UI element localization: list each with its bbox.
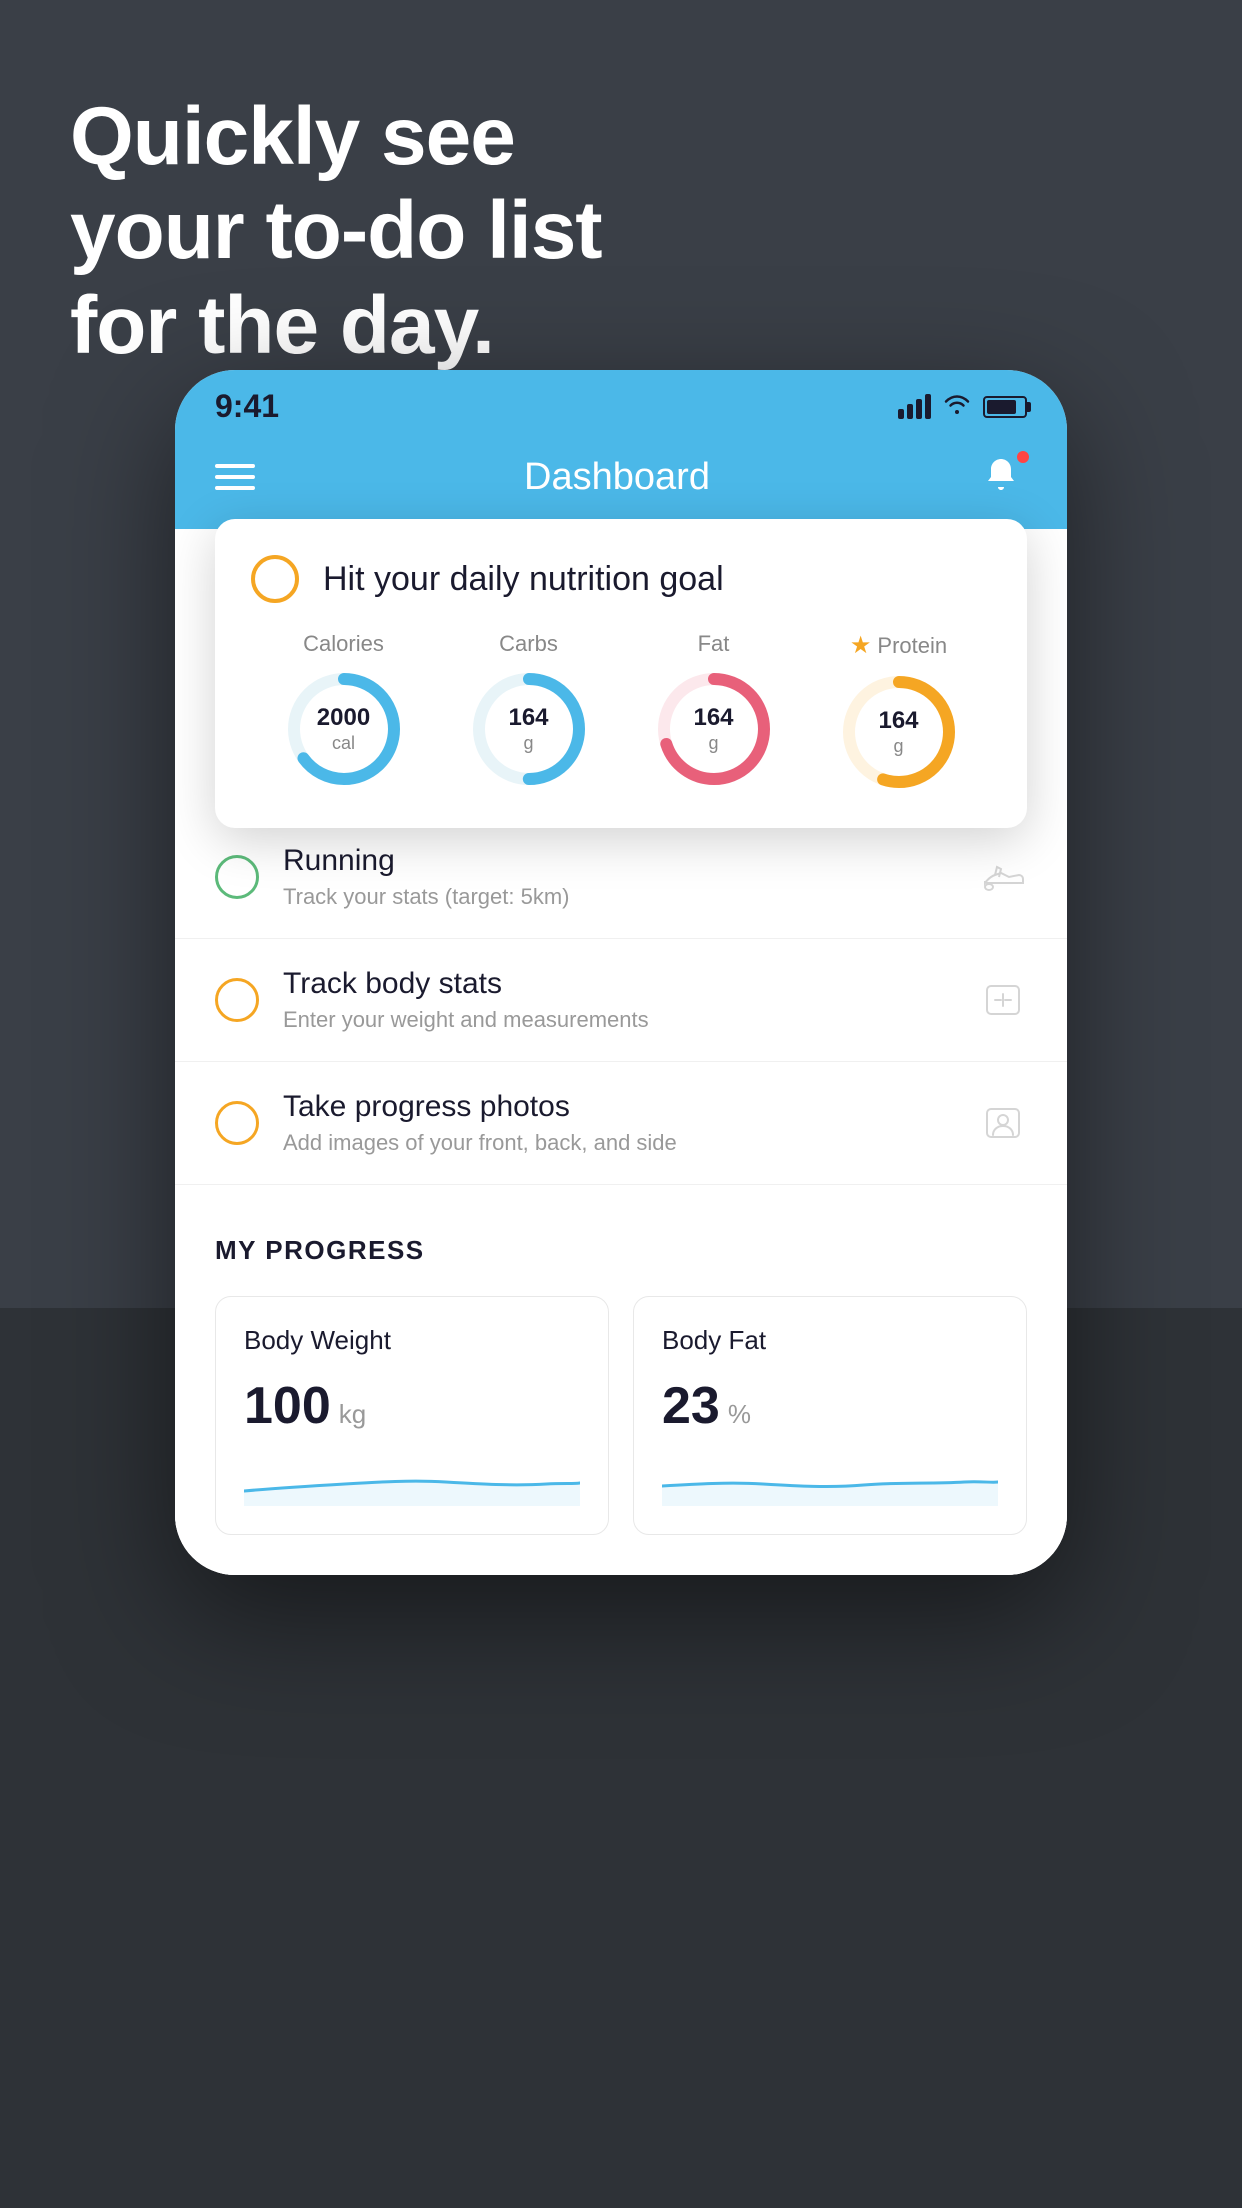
body-fat-value: 23: [662, 1376, 720, 1436]
scale-icon: [979, 976, 1027, 1024]
battery-icon: [983, 396, 1027, 418]
body-weight-chart: [244, 1456, 580, 1506]
progress-section: MY PROGRESS Body Weight 100 kg: [175, 1185, 1067, 1575]
body-fat-card[interactable]: Body Fat 23 %: [633, 1296, 1027, 1535]
nutrition-stats: Calories 2000 cal Carbs: [251, 631, 991, 792]
stat-fat: Fat 164 g: [654, 631, 774, 789]
calories-donut: 2000 cal: [284, 669, 404, 789]
carbs-label: Carbs: [499, 631, 558, 657]
notification-badge: [1015, 449, 1031, 465]
fat-value: 164: [693, 704, 733, 733]
carbs-value: 164: [508, 704, 548, 733]
protein-label: Protein: [877, 633, 947, 659]
body-weight-unit: kg: [339, 1399, 366, 1430]
nav-bar: Dashboard: [175, 435, 1067, 529]
menu-button[interactable]: [215, 464, 255, 490]
nutrition-card: Hit your daily nutrition goal Calories 2…: [215, 519, 1027, 828]
todo-running[interactable]: Running Track your stats (target: 5km): [175, 816, 1067, 939]
body-fat-chart: [662, 1456, 998, 1506]
protein-label-row: ★ Protein: [850, 631, 947, 660]
nav-title: Dashboard: [524, 456, 710, 499]
status-bar: 9:41: [175, 370, 1067, 435]
todo-body-stats[interactable]: Track body stats Enter your weight and m…: [175, 939, 1067, 1062]
status-icons: [898, 391, 1027, 422]
body-stats-title: Track body stats: [283, 967, 955, 1001]
phone-frame: 9:41 Dashboard: [175, 370, 1067, 1575]
wifi-icon: [943, 391, 971, 422]
signal-icon: [898, 394, 931, 419]
body-weight-card[interactable]: Body Weight 100 kg: [215, 1296, 609, 1535]
body-fat-title: Body Fat: [662, 1325, 998, 1356]
stat-carbs: Carbs 164 g: [469, 631, 589, 789]
running-checkbox[interactable]: [215, 855, 259, 899]
running-subtitle: Track your stats (target: 5km): [283, 884, 955, 910]
carbs-donut: 164 g: [469, 669, 589, 789]
star-icon: ★: [850, 631, 872, 660]
stat-calories: Calories 2000 cal: [284, 631, 404, 789]
protein-value: 164: [878, 707, 918, 736]
status-time: 9:41: [215, 388, 279, 425]
photos-checkbox[interactable]: [215, 1101, 259, 1145]
nutrition-card-title: Hit your daily nutrition goal: [323, 560, 724, 599]
running-title: Running: [283, 844, 955, 878]
fat-label: Fat: [698, 631, 730, 657]
carbs-unit: g: [508, 733, 548, 755]
shoe-icon: [979, 853, 1027, 901]
fat-donut: 164 g: [654, 669, 774, 789]
body-fat-unit: %: [728, 1399, 751, 1430]
headline-text: Quickly see your to-do list for the day.: [70, 90, 1172, 373]
content-area: THINGS TO DO TODAY Hit your daily nutrit…: [175, 529, 1067, 1575]
headline: Quickly see your to-do list for the day.: [70, 90, 1172, 373]
body-stats-checkbox[interactable]: [215, 978, 259, 1022]
calories-value: 2000: [317, 704, 370, 733]
notification-button[interactable]: [979, 453, 1027, 501]
stat-protein: ★ Protein 164 g: [839, 631, 959, 792]
progress-header: MY PROGRESS: [215, 1235, 1027, 1266]
progress-cards: Body Weight 100 kg Body Fat: [215, 1296, 1027, 1535]
protein-donut: 164 g: [839, 672, 959, 792]
body-weight-title: Body Weight: [244, 1325, 580, 1356]
calories-label: Calories: [303, 631, 384, 657]
nutrition-checkbox[interactable]: [251, 555, 299, 603]
body-weight-value: 100: [244, 1376, 331, 1436]
person-photo-icon: [979, 1099, 1027, 1147]
protein-unit: g: [878, 736, 918, 758]
fat-unit: g: [693, 733, 733, 755]
photos-title: Take progress photos: [283, 1090, 955, 1124]
todo-photos[interactable]: Take progress photos Add images of your …: [175, 1062, 1067, 1185]
photos-subtitle: Add images of your front, back, and side: [283, 1130, 955, 1156]
calories-unit: cal: [317, 733, 370, 755]
body-stats-subtitle: Enter your weight and measurements: [283, 1007, 955, 1033]
